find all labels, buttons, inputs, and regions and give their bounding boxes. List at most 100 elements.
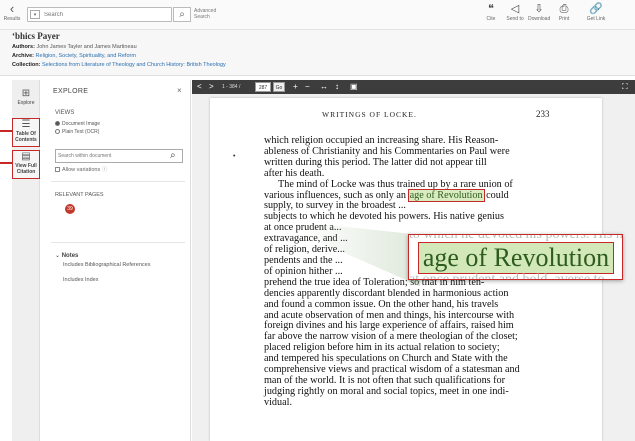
send-to-icon: ◁ [510, 3, 520, 15]
text-line: judging rightly on moral and social topi… [264, 385, 509, 397]
collection-row: Collection: Selections from Literature o… [12, 62, 226, 69]
search-within-icon[interactable]: ⌕ [170, 150, 176, 162]
explore-rail-label: Explore [17, 100, 35, 106]
citation-icon: ▤ [21, 151, 31, 162]
page-number: 233 [536, 109, 550, 119]
table-of-contents-label: Table Of Contents [15, 131, 37, 143]
explore-title: EXPLORE [53, 88, 89, 95]
view-full-citation-label: View Full Citation [15, 163, 37, 175]
explore-icon: ⊞ [21, 88, 31, 99]
document-title: ʻbhics Payer [12, 31, 60, 41]
link-icon: 🔗 [589, 3, 603, 15]
next-page-icon[interactable]: > [209, 81, 214, 93]
viewer-toolbar: < > 1 - 384 / 287 Go + − ↔ ↕ ▣ ⛶ [192, 80, 635, 94]
cite-icon: ❝ [488, 3, 494, 15]
divider [51, 181, 185, 182]
get-link-label: Get Link [586, 16, 606, 22]
page-number-input[interactable]: 287 [255, 82, 271, 92]
margin-mark: • [233, 153, 236, 160]
note-item: Includes Bibliographical References [63, 262, 151, 268]
authors-value: John James Tayler and James Martineau [36, 44, 137, 50]
allow-variations-checkbox[interactable]: Allow variations ⓘ [55, 165, 107, 173]
back-to-results-button[interactable]: ‹ Results [2, 2, 22, 28]
text-line: and found a common issue. On the other h… [264, 298, 499, 310]
info-icon[interactable]: ⓘ [102, 167, 108, 173]
text-line: vidual. [264, 396, 293, 408]
send-to-label: Send to [506, 16, 524, 22]
chevron-left-icon: ‹ [9, 1, 15, 16]
archive-row: Archive: Religion, Society, Spirituality… [12, 53, 136, 60]
page-range-label: 1 - 384 / [222, 84, 241, 90]
download-icon: ⇩ [534, 3, 544, 15]
radio-unselected-icon [55, 129, 60, 134]
relevant-pages-heading: RELEVANT PAGES [55, 192, 104, 198]
text-fragment: various influences, such as only an [264, 189, 409, 201]
search-within-box: ⌕ [55, 149, 183, 163]
fit-height-icon[interactable]: ↕ [335, 81, 339, 93]
view-plain-text-label: Plain Text (OCR) [62, 129, 100, 135]
allow-variations-label: Allow variations [62, 167, 101, 173]
search-button[interactable]: ⌕ [173, 7, 191, 22]
explore-panel: EXPLORE × VIEWS Document Image Plain Tex… [41, 80, 191, 441]
views-heading: VIEWS [55, 110, 75, 116]
toc-callout-line [0, 130, 13, 132]
running-head: WRITINGS OF LOCKE. [322, 110, 417, 119]
search-hit-highlight[interactable]: age of Revolution [407, 188, 485, 202]
zoom-ghost-text: at once prudent and bold, averse to [409, 272, 605, 280]
explore-rail-button[interactable]: ⊞ Explore [12, 88, 40, 106]
zoom-callout: to which he devoted his powers. His nati… [408, 234, 623, 280]
results-label: Results [3, 16, 21, 22]
search-input[interactable] [44, 9, 164, 20]
table-of-contents-button[interactable]: ☰ Table Of Contents [12, 118, 40, 147]
go-button[interactable]: Go [273, 82, 285, 92]
advanced-search-link[interactable]: Advanced Search [194, 8, 224, 20]
cite-button[interactable]: ❝ Cite [480, 3, 502, 23]
note-item: Includes Index [63, 277, 99, 283]
notes-toggle[interactable]: ⌄ Notes [55, 252, 78, 259]
search-within-input[interactable] [58, 151, 166, 161]
relevant-pages-count-badge[interactable]: 39 [65, 204, 75, 214]
collection-link[interactable]: Selections from Literature of Theology a… [42, 62, 226, 68]
radio-selected-icon [55, 121, 60, 126]
print-label: Print [558, 16, 570, 22]
send-to-button[interactable]: ◁ Send to [504, 3, 526, 23]
search-icon: ⌕ [179, 9, 185, 20]
left-icon-rail: ⊞ Explore ☰ Table Of Contents ▤ View Ful… [12, 80, 40, 441]
collection-label: Collection: [12, 62, 41, 68]
search-box: ▾ [27, 7, 172, 22]
checkbox-icon [55, 167, 60, 172]
download-label: Download [528, 16, 551, 22]
text-fragment: could [483, 189, 509, 201]
top-toolbar: ‹ Results ▾ ⌕ Advanced Search ❝ Cite ◁ S… [0, 0, 635, 30]
print-icon: ⎙ [559, 3, 569, 15]
zoom-in-icon[interactable]: + [293, 81, 298, 93]
citation-callout-line [0, 162, 13, 164]
view-plain-text-radio[interactable]: Plain Text (OCR) [55, 129, 99, 135]
list-icon: ☰ [21, 119, 31, 130]
zoom-out-icon[interactable]: − [305, 81, 310, 93]
cite-label: Cite [486, 16, 496, 22]
notes-heading: Notes [61, 253, 79, 259]
search-scope-dropdown[interactable]: ▾ [30, 10, 40, 19]
zoomed-highlight: age of Revolution [418, 242, 614, 274]
view-document-image-radio[interactable]: Document Image [55, 121, 100, 127]
previous-page-icon[interactable]: < [197, 81, 202, 93]
divider [51, 242, 185, 243]
authors-row: Authors: John James Tayler and James Mar… [12, 44, 137, 51]
view-document-image-label: Document Image [62, 121, 101, 127]
archive-label: Archive: [12, 53, 35, 59]
print-button[interactable]: ⎙ Print [553, 3, 575, 23]
fit-width-icon[interactable]: ↔ [320, 81, 328, 93]
image-view-icon[interactable]: ▣ [350, 81, 358, 93]
chevron-down-icon: ⌄ [55, 253, 62, 259]
close-icon[interactable]: × [177, 86, 182, 95]
view-full-citation-button[interactable]: ▤ View Full Citation [12, 150, 40, 179]
get-link-button[interactable]: 🔗 Get Link [585, 3, 607, 23]
fullscreen-icon[interactable]: ⛶ [622, 81, 628, 93]
archive-link[interactable]: Religion, Society, Spirituality, and Ref… [36, 53, 136, 59]
authors-label: Authors: [12, 44, 35, 50]
text-line: after his death. [264, 167, 325, 179]
download-button[interactable]: ⇩ Download [528, 3, 550, 23]
document-metadata: ʻbhics Payer Authors: John James Tayler … [0, 30, 635, 76]
text-line: dencies apparently discordant blended in… [264, 287, 509, 299]
